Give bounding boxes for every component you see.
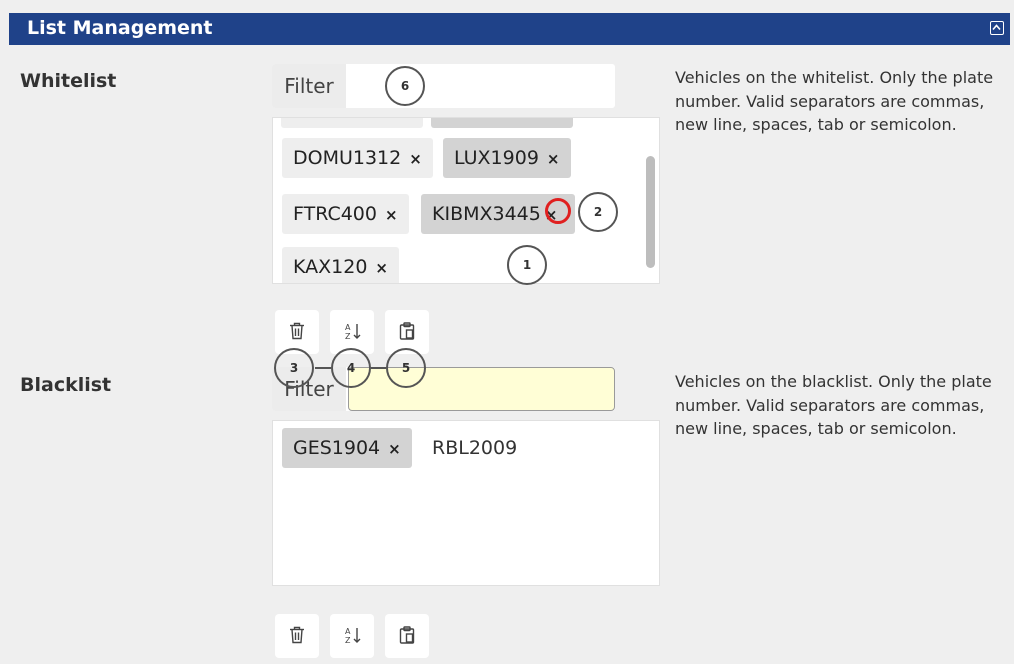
callout-5: 5 (386, 348, 426, 388)
callout-connectors (315, 367, 386, 369)
callout-4: 4 (331, 348, 371, 388)
callout-2: 2 (578, 192, 618, 232)
callout-6: 6 (385, 66, 425, 106)
callout-3: 3 (274, 348, 314, 388)
callout-1: 1 (507, 245, 547, 285)
